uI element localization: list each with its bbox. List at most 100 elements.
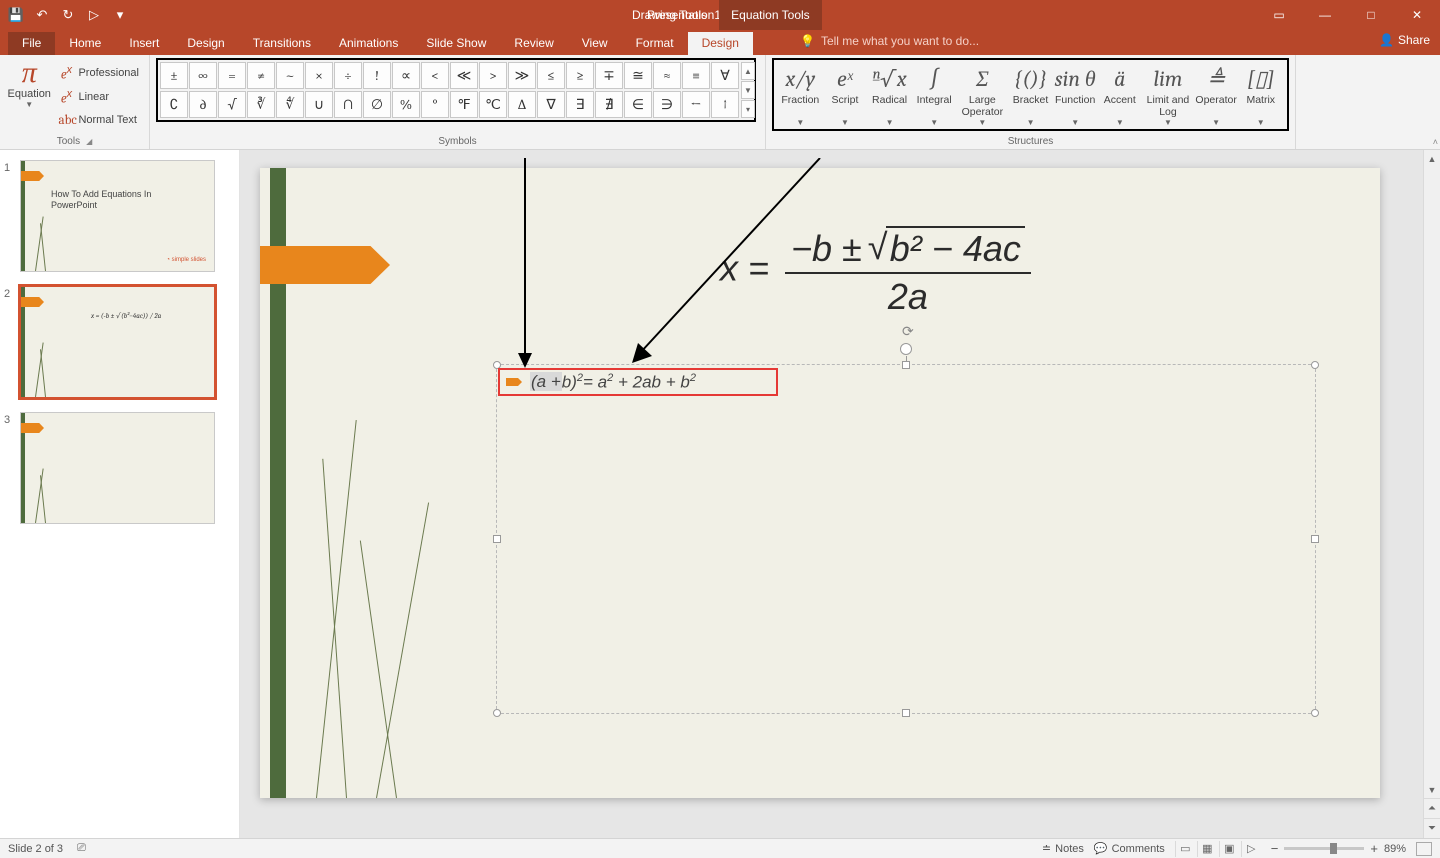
equation-gallery-button[interactable]: π Equation ▼ [6,58,52,130]
placeholder-rotate-handle[interactable] [900,343,912,355]
redo-button[interactable]: ↻ [56,3,80,27]
symbol-button-row2-16[interactable]: ∈ [624,91,652,118]
tab-view[interactable]: View [568,32,622,55]
symbol-button-row2-10[interactable]: ℉ [450,91,478,118]
structure-accent-button[interactable]: äAccent▼ [1097,62,1142,127]
minimize-button[interactable]: — [1302,0,1348,30]
normal-view-button[interactable]: ▭ [1175,841,1195,857]
tools-dialog-launcher[interactable]: ◢ [86,137,92,146]
symbol-button-row1-9[interactable]: < [421,62,449,89]
structure-radical-button[interactable]: ⁿ√xRadical▼ [867,62,912,127]
symbol-button-row2-14[interactable]: ∃ [566,91,594,118]
symbols-scroll-up[interactable]: ▲ [741,62,755,80]
slide-indicator[interactable]: Slide 2 of 3 [8,843,63,855]
vertical-scrollbar[interactable]: ▲ ▼ ⏶ ⏷ [1423,150,1440,838]
slideshow-view-button[interactable]: ▷ [1241,841,1261,857]
tab-slide-show[interactable]: Slide Show [412,32,500,55]
symbol-button-row1-13[interactable]: ≤ [537,62,565,89]
comments-button[interactable]: 💬 Comments [1094,842,1165,855]
tab-format[interactable]: Format [622,32,688,55]
slide-thumbnail-2[interactable]: x = (-b ± √(b²−4ac)) / 2a [20,286,215,398]
resize-handle-n[interactable] [902,361,910,369]
qat-customize-button[interactable]: ▾ [108,3,132,27]
professional-button[interactable]: ex Professional [54,62,143,84]
slide-thumbnail-3[interactable] [20,412,215,524]
tab-home[interactable]: Home [55,32,115,55]
slide-canvas[interactable]: x = −b ± b² − 4ac 2a ⟳ [260,168,1380,798]
slide-thumbnail-1[interactable]: How To Add Equations In PowerPoint ◔ sim… [20,160,215,272]
undo-button[interactable]: ↶ [30,3,54,27]
resize-handle-e[interactable] [1311,535,1319,543]
symbol-button-row1-1[interactable]: ∞ [189,62,217,89]
content-placeholder[interactable] [496,364,1316,714]
symbol-button-row2-5[interactable]: ∪ [305,91,333,118]
share-button[interactable]: 👤 Share [1379,33,1430,47]
close-button[interactable]: ✕ [1394,0,1440,30]
symbol-button-row2-7[interactable]: ∅ [363,91,391,118]
symbol-button-row2-0[interactable]: ∁ [160,91,188,118]
normal-text-button[interactable]: abc Normal Text [54,111,143,130]
symbol-button-row2-13[interactable]: ∇ [537,91,565,118]
symbol-button-row2-4[interactable]: ∜ [276,91,304,118]
symbol-button-row1-2[interactable]: = [218,62,246,89]
tab-equation-design[interactable]: Design [688,32,753,55]
symbol-button-row2-6[interactable]: ∩ [334,91,362,118]
structure-matrix-button[interactable]: [▯]Matrix▼ [1238,62,1283,127]
spellcheck-icon[interactable]: ⎚ [77,842,86,855]
symbol-button-row1-19[interactable]: ∀ [711,62,739,89]
scroll-down-button[interactable]: ▼ [1424,781,1440,798]
fit-to-window-button[interactable] [1416,842,1432,856]
zoom-out-button[interactable]: − [1271,841,1279,856]
symbol-button-row2-18[interactable]: ← [682,91,710,118]
structure-operator-button[interactable]: ≜Operator▼ [1194,62,1239,127]
symbol-button-row2-15[interactable]: ∄ [595,91,623,118]
previous-slide-button[interactable]: ⏶ [1424,798,1440,818]
structure-bracket-button[interactable]: {()}Bracket▼ [1008,62,1053,127]
tab-insert[interactable]: Insert [115,32,173,55]
symbol-button-row1-16[interactable]: ≅ [624,62,652,89]
resize-handle-s[interactable] [902,709,910,717]
symbol-button-row2-2[interactable]: √ [218,91,246,118]
next-slide-button[interactable]: ⏷ [1424,818,1440,838]
zoom-in-button[interactable]: + [1370,841,1378,856]
resize-handle-ne[interactable] [1311,361,1319,369]
tab-file[interactable]: File [8,32,55,55]
notes-button[interactable]: ≐ Notes [1042,842,1084,855]
symbol-button-row2-19[interactable]: ↑ [711,91,739,118]
structure-fraction-button[interactable]: x/yFraction▼ [778,62,823,127]
maximize-button[interactable]: □ [1348,0,1394,30]
symbol-button-row1-3[interactable]: ≠ [247,62,275,89]
symbol-button-row1-14[interactable]: ≥ [566,62,594,89]
scroll-up-button[interactable]: ▲ [1424,150,1440,167]
symbols-more-button[interactable]: ▾ [741,100,755,118]
quadratic-formula-equation[interactable]: x = −b ± b² − 4ac 2a ⟳ [720,226,1031,318]
reading-view-button[interactable]: ▣ [1219,841,1239,857]
structure-integral-button[interactable]: ∫Integral▼ [912,62,957,127]
symbol-button-row1-18[interactable]: ≡ [682,62,710,89]
slide-sorter-view-button[interactable]: ▦ [1197,841,1217,857]
resize-handle-se[interactable] [1311,709,1319,717]
zoom-slider[interactable] [1284,847,1364,850]
symbol-button-row1-8[interactable]: ∝ [392,62,420,89]
symbol-button-row1-0[interactable]: ± [160,62,188,89]
structure-limit-and-log-button[interactable]: limLimit and Log▼ [1142,62,1194,127]
slide-editor[interactable]: x = −b ± b² − 4ac 2a ⟳ [240,150,1440,838]
symbol-button-row1-17[interactable]: ≈ [653,62,681,89]
binomial-equation[interactable]: (a +b)2= a2 + 2ab + b2 [530,372,696,393]
symbol-button-row2-9[interactable]: ° [421,91,449,118]
save-button[interactable]: 💾 [4,3,28,27]
symbol-button-row1-15[interactable]: ∓ [595,62,623,89]
symbol-button-row1-7[interactable]: ! [363,62,391,89]
structure-function-button[interactable]: sin θFunction▼ [1053,62,1098,127]
resize-handle-w[interactable] [493,535,501,543]
structure-large-operator-button[interactable]: ΣLarge Operator▼ [957,62,1009,127]
start-from-beginning-button[interactable]: ▷ [82,3,106,27]
symbols-scroll-down[interactable]: ▼ [741,81,755,99]
tab-review[interactable]: Review [500,32,567,55]
symbol-button-row1-11[interactable]: > [479,62,507,89]
rotate-handle-icon[interactable]: ⟳ [902,323,914,340]
symbol-button-row1-12[interactable]: ≫ [508,62,536,89]
symbol-button-row2-11[interactable]: ℃ [479,91,507,118]
symbol-button-row2-3[interactable]: ∛ [247,91,275,118]
tab-transitions[interactable]: Transitions [239,32,325,55]
